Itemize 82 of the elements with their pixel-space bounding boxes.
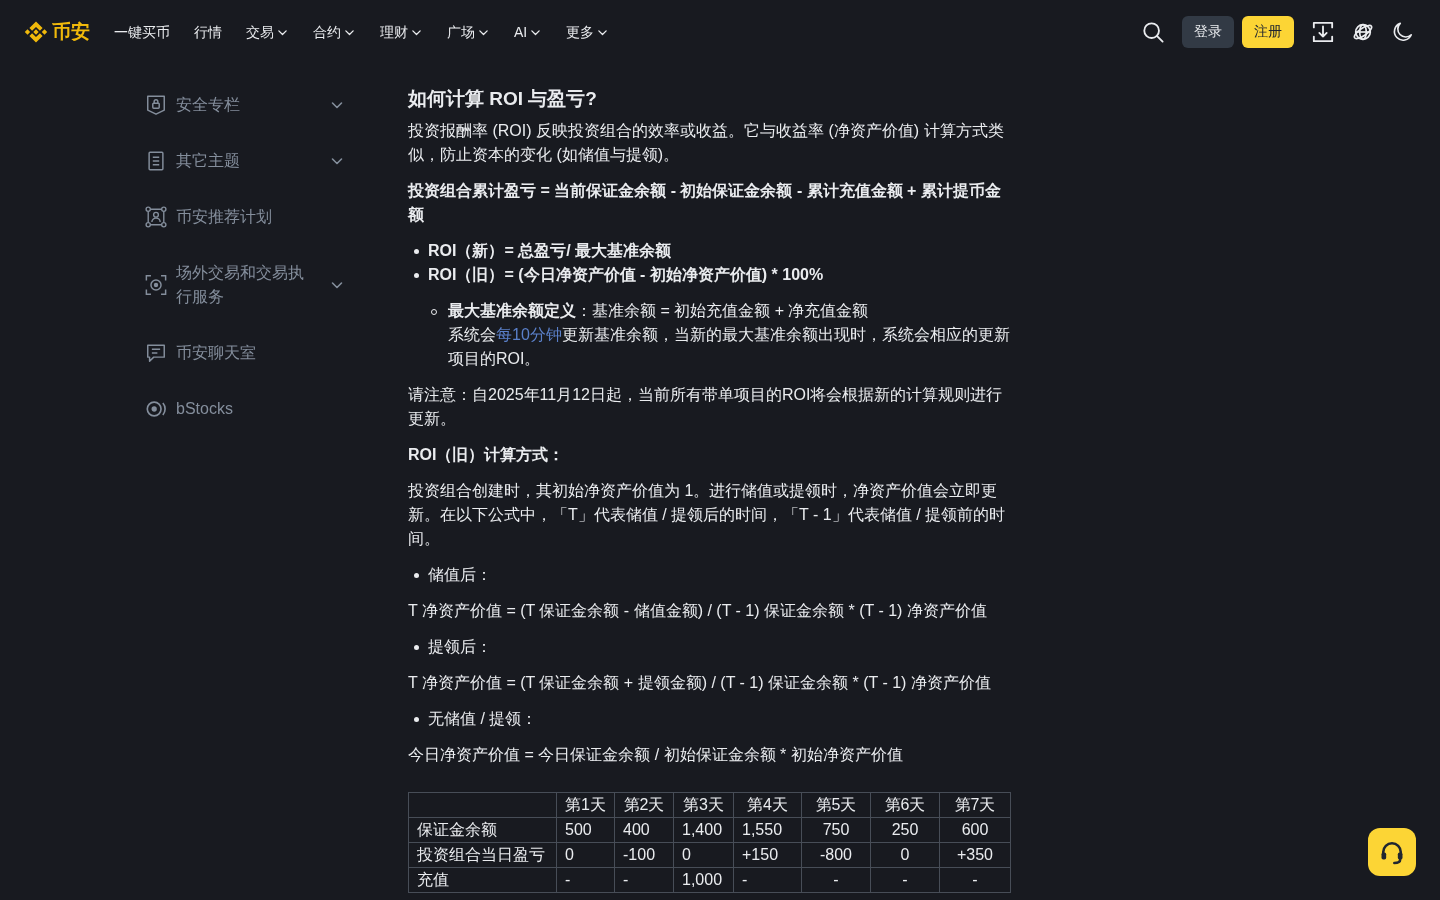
table-cell: - — [733, 867, 802, 893]
paragraph: 请注意：自2025年11月12日起，当前所有带单项目的ROI将会根据新的计算规则进行更新。 — [408, 385, 1004, 429]
bullet-icon — [414, 717, 419, 722]
shield-lock-icon — [145, 94, 167, 116]
table-cell: 600 — [939, 817, 1011, 843]
table-cell: - — [939, 867, 1011, 893]
paragraph: 投资组合创建时，其初始净资产价值为 1。进行储值或提领时，净资产价值会立即更新。在以下公式中，「T」代表储值 / 提领后的时间，「T - 1」代表储值 / 提领前的时间。 — [408, 481, 1007, 549]
table-cell: 0 — [673, 842, 734, 868]
table-cell: 250 — [870, 817, 940, 843]
table-cell: - — [801, 867, 871, 893]
table-cell: -100 — [614, 842, 674, 868]
download-icon[interactable] — [1312, 21, 1334, 43]
list-item-text: ROI（旧）= (今日净资产价值 - 初始净资产价值) * 100% — [428, 265, 824, 285]
sidebar-item[interactable]: 币安聊天室 — [145, 325, 345, 381]
signal-circle-icon — [145, 398, 167, 420]
list-item-text: 提领后： — [428, 637, 492, 657]
chat-icon — [145, 342, 167, 364]
login-button[interactable]: 登录 — [1182, 16, 1234, 48]
column-header: 第1天 — [556, 792, 615, 818]
table-cell: 1,400 — [673, 817, 734, 843]
paragraph: 投资报酬率 (ROI) 反映投资组合的效率或收益。它与收益率 (净资产价值) 计算方式类似，防止资本的变化 (如储值与提领)。 — [408, 121, 1005, 165]
row-header: 充值 — [408, 867, 557, 893]
table-cell: 1,000 — [673, 867, 734, 893]
definition-text: 最大基准余额定义：基准余额 = 初始充值金额 + 净充值金额 — [448, 301, 870, 321]
table-cell: -800 — [801, 842, 871, 868]
sidebar-item[interactable]: 安全专栏 — [145, 77, 345, 133]
table-cell: +150 — [733, 842, 802, 868]
bullet-icon — [414, 645, 419, 650]
nav-item[interactable]: 交易 — [246, 22, 289, 42]
paragraph: 系统会每10分钟更新基准余额，当新的最大基准余额出现时，系统会相应的更新项目的ROI。 — [448, 325, 1010, 369]
table-cell: 1,550 — [733, 817, 802, 843]
link[interactable]: 每10分钟 — [496, 326, 562, 343]
register-button[interactable]: 注册 — [1242, 16, 1294, 48]
column-header: 第4天 — [733, 792, 802, 818]
paragraph: T 净资产价值 = (T 保证金余额 - 储值金额) / (T - 1) 保证金余额 * (T - 1) 净资产价值 — [408, 601, 988, 621]
sidebar-item[interactable]: 币安推荐计划 — [145, 189, 345, 245]
sidebar-item[interactable]: bStocks — [145, 381, 345, 437]
nav-item[interactable]: 合约 — [313, 22, 356, 42]
nav-item[interactable]: AI — [514, 22, 543, 42]
table-cell: +350 — [939, 842, 1011, 868]
nav-item[interactable]: 行情 — [194, 22, 222, 42]
row-header: 保证金余额 — [408, 817, 557, 843]
list-item-text: 无储值 / 提领： — [428, 709, 538, 729]
logo-icon — [24, 20, 48, 44]
search-icon[interactable] — [1142, 21, 1164, 43]
table-cell: 500 — [556, 817, 615, 843]
home-logo-link[interactable]: 币安 — [24, 19, 90, 45]
nav-item[interactable]: 更多 — [566, 22, 610, 42]
column-header: 第7天 — [939, 792, 1011, 818]
formula-text: 投资组合累计盈亏 = 当前保证金余额 - 初始保证金余额 - 累计充值金额 + 累计提币金额 — [408, 181, 1002, 225]
section-heading: 如何计算 ROI 与盈亏? — [408, 87, 598, 111]
nav-item[interactable]: 理财 — [380, 22, 423, 42]
table-cell: - — [556, 867, 615, 893]
paragraph: T 净资产价值 = (T 保证金余额 + 提领金额) / (T - 1) 保证金余额 * (T - 1) 净资产价值 — [408, 673, 992, 693]
table-cell: 0 — [556, 842, 615, 868]
row-header: 投资组合当日盈亏 — [408, 842, 557, 868]
moon-icon[interactable] — [1392, 21, 1414, 43]
bullet-icon — [414, 573, 419, 578]
bullet-icon — [414, 273, 419, 278]
subsection-heading: ROI（旧）计算方式： — [408, 445, 566, 465]
list-item-text: 储值后： — [428, 565, 492, 585]
table-cell: - — [870, 867, 940, 893]
nav-item[interactable]: 一键买币 — [114, 22, 170, 42]
sidebar-item[interactable]: 其它主题 — [145, 133, 345, 189]
nav-item[interactable]: 广场 — [447, 22, 490, 42]
globe-icon[interactable] — [1352, 21, 1374, 43]
column-header: 第6天 — [870, 792, 940, 818]
table-cell: 750 — [801, 817, 871, 843]
document-icon — [145, 150, 167, 172]
table-cell: - — [614, 867, 674, 893]
sidebar-item[interactable]: 场外交易和交易执行服务 — [145, 245, 345, 325]
people-network-icon — [145, 206, 167, 228]
scan-target-icon — [145, 274, 167, 296]
bullet-icon — [414, 249, 419, 254]
column-header: 第2天 — [614, 792, 674, 818]
column-header: 第5天 — [801, 792, 871, 818]
table-cell: 0 — [870, 842, 940, 868]
support-button[interactable] — [1368, 828, 1416, 876]
table-cell: 400 — [614, 817, 674, 843]
paragraph: 今日净资产价值 = 今日保证金余额 / 初始保证金余额 * 初始净资产价值 — [408, 745, 904, 765]
column-header: 第3天 — [673, 792, 734, 818]
list-item-text: ROI（新）= 总盈亏/ 最大基准余额 — [428, 241, 672, 261]
